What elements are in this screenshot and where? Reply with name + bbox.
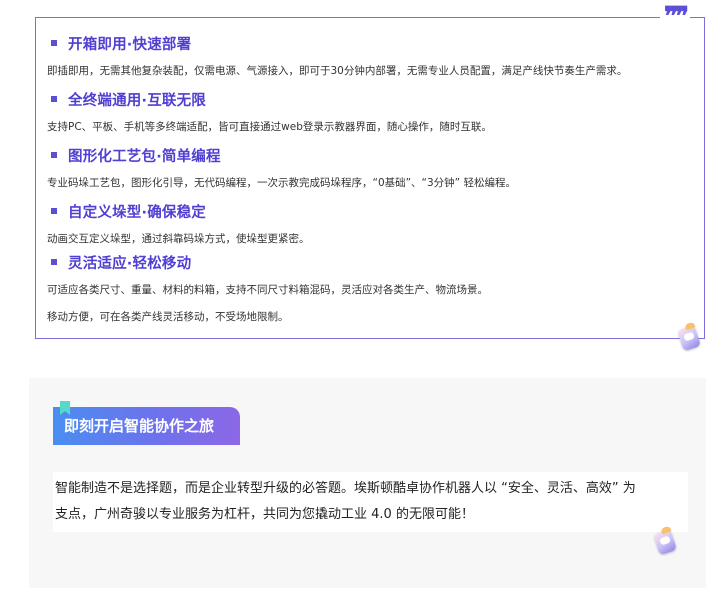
feature-item-graphical-package: 图形化工艺包·简单编程 专业码垛工艺包，图形化引导，无代码编程，一次示教完成码垛… xyxy=(36,144,704,190)
feature-desc: 支持PC、平板、手机等多终端适配，皆可直接通过web登录示教器界面，随心操作，随… xyxy=(47,121,492,133)
feature-item-multi-terminal: 全终端通用·互联无限 支持PC、平板、手机等多终端适配，皆可直接通过web登录示… xyxy=(36,88,704,134)
bullet-icon xyxy=(51,208,57,214)
feature-item-quick-deploy: 开箱即用·快速部署 即插即用，无需其他复杂装配，仅需电源、气源接入，即可于30分… xyxy=(36,32,704,78)
feature-title: 图形化工艺包·简单编程 xyxy=(68,148,221,165)
bullet-icon xyxy=(51,40,57,46)
feature-desc: 动画交互定义垛型，通过斜靠码垛方式，使垛型更紧密。 xyxy=(47,233,310,245)
feature-item-custom-pallet: 自定义垛型·确保稳定 动画交互定义垛型，通过斜靠码垛方式，使垛型更紧密。 xyxy=(36,200,704,246)
bullet-icon xyxy=(51,152,57,158)
feature-desc: 即插即用，无需其他复杂装配，仅需电源、气源接入，即可于30分钟内部署，无需专业人… xyxy=(47,65,628,77)
feature-title: 灵活适应·轻松移动 xyxy=(68,255,192,272)
bullet-icon xyxy=(51,96,57,102)
feature-title: 全终端通用·互联无限 xyxy=(68,92,207,109)
feature-desc-2: 移动方便，可在各类产线灵活移动，不受场地限制。 xyxy=(47,311,289,323)
cta-line-2: 支点，广州奇骏以专业服务为杠杆，共同为您撬动工业 4.0 的无限可能！ xyxy=(55,507,474,522)
feature-title: 自定义垛型·确保稳定 xyxy=(68,204,207,221)
robot-mascot-sticker xyxy=(653,525,677,556)
cta-paragraph: 智能制造不是选择题，而是企业转型升级的必答题。埃斯顿酷卓协作机器人以 “安全、灵… xyxy=(53,472,688,532)
feature-desc: 专业码垛工艺包，图形化引导，无代码编程，一次示教完成码垛程序，“0基础”、“3分… xyxy=(47,177,516,189)
feature-box: ❞❞ 开箱即用·快速部署 即插即用，无需其他复杂装配，仅需电源、气源接入，即可于… xyxy=(35,4,705,339)
bullet-icon xyxy=(51,259,57,265)
robot-mascot-sticker xyxy=(677,321,701,352)
cta-section: 即刻开启智能协作之旅 智能制造不是选择题，而是企业转型升级的必答题。埃斯顿酷卓协… xyxy=(29,378,706,588)
quote-mark-icon: ❞❞ xyxy=(660,4,690,30)
feature-desc: 可适应各类尺寸、重量、材料的料箱，支持不同尺寸料箱混码，灵活应对各类生产、物流场… xyxy=(47,284,488,296)
cta-line-1: 智能制造不是选择题，而是企业转型升级的必答题。埃斯顿酷卓协作机器人以 “安全、灵… xyxy=(55,481,636,496)
feature-item-flexible-mobile: 灵活适应·轻松移动 可适应各类尺寸、重量、材料的料箱，支持不同尺寸料箱混码，灵活… xyxy=(36,251,704,324)
feature-title: 开箱即用·快速部署 xyxy=(68,36,192,53)
cta-heading: 即刻开启智能协作之旅 xyxy=(53,407,240,445)
